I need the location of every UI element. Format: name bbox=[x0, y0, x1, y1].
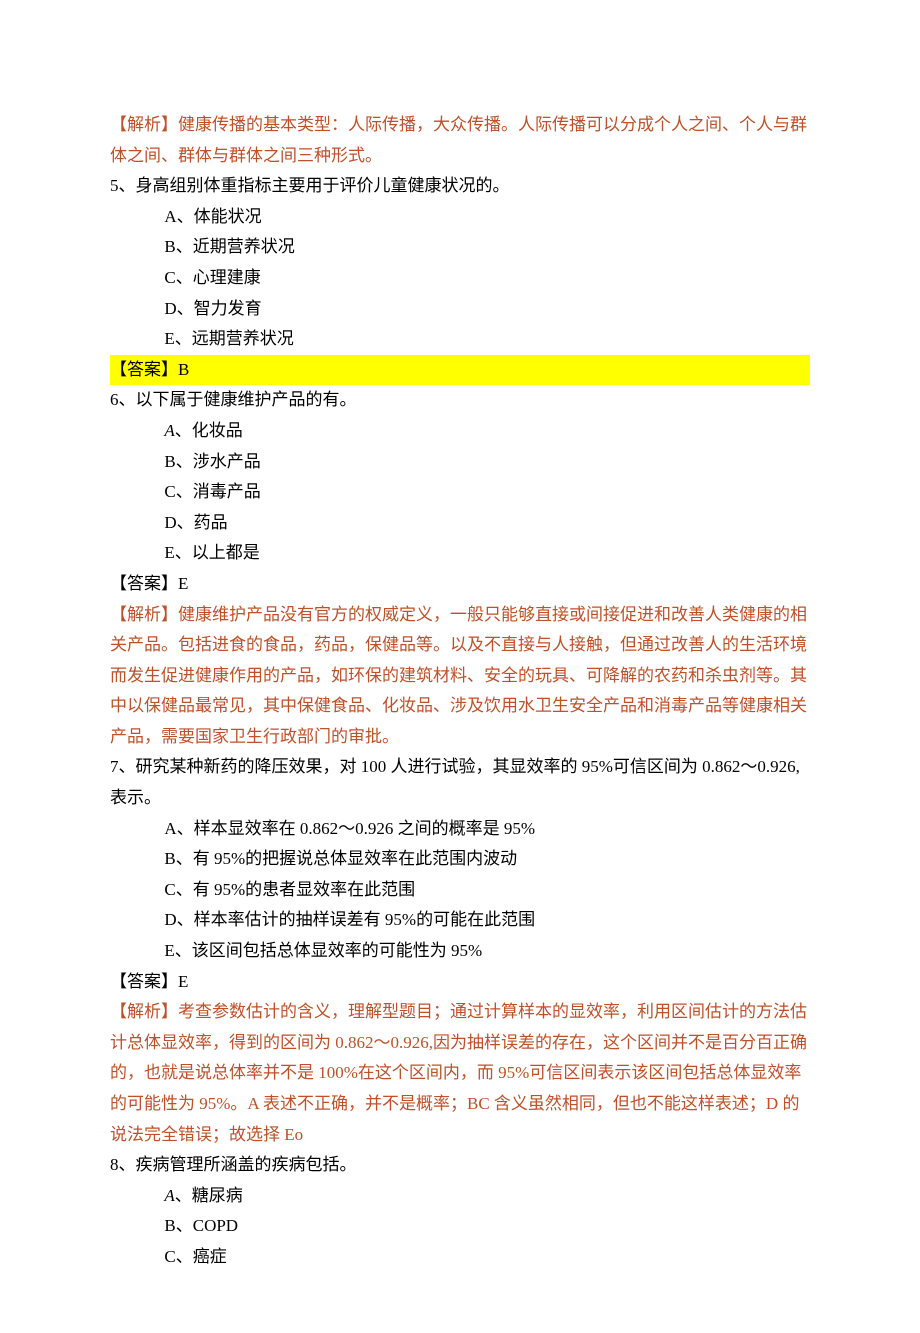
q5-option-e: E、远期营养状况 bbox=[110, 324, 810, 355]
q7-option-a: A、样本显效率在 0.862～0.926 之间的概率是 95% bbox=[110, 814, 810, 845]
q5-answer: 【答案】B bbox=[110, 355, 810, 386]
q6-stem: 6、以下属于健康维护产品的有。 bbox=[110, 385, 810, 416]
q6-option-a-prefix: A bbox=[164, 421, 174, 440]
q6-option-a-rest: 、化妆品 bbox=[175, 421, 243, 440]
q7-answer: 【答案】E bbox=[110, 967, 810, 998]
q6-option-a: A、化妆品 bbox=[110, 416, 810, 447]
document-page: 【解析】健康传播的基本类型：人际传播，大众传播。人际传播可以分成个人之间、个人与… bbox=[0, 0, 920, 1333]
q6-answer: 【答案】E bbox=[110, 569, 810, 600]
q8-option-a-prefix: A bbox=[164, 1186, 174, 1205]
q6-option-d: D、药品 bbox=[110, 508, 810, 539]
q8-option-a: A、糖尿病 bbox=[110, 1181, 810, 1212]
q7-option-e: E、该区间包括总体显效率的可能性为 95% bbox=[110, 936, 810, 967]
q6-analysis: 【解析】健康维护产品没有官方的权威定义，一般只能够直接或间接促进和改善人类健康的… bbox=[110, 600, 810, 753]
q8-stem: 8、疾病管理所涵盖的疾病包括。 bbox=[110, 1150, 810, 1181]
q6-option-c: C、消毒产品 bbox=[110, 477, 810, 508]
q7-analysis: 【解析】考查参数估计的含义，理解型题目；通过计算样本的显效率，利用区间估计的方法… bbox=[110, 997, 810, 1150]
q8-option-c: C、癌症 bbox=[110, 1242, 810, 1273]
q8-option-a-rest: 、糖尿病 bbox=[175, 1186, 243, 1205]
q4-analysis: 【解析】健康传播的基本类型：人际传播，大众传播。人际传播可以分成个人之间、个人与… bbox=[110, 110, 810, 171]
q7-stem: 7、研究某种新药的降压效果，对 100 人进行试验，其显效率的 95%可信区间为… bbox=[110, 752, 810, 813]
q8-option-b: B、COPD bbox=[110, 1211, 810, 1242]
q7-option-c: C、有 95%的患者显效率在此范围 bbox=[110, 875, 810, 906]
q5-stem: 5、身高组别体重指标主要用于评价儿童健康状况的。 bbox=[110, 171, 810, 202]
q5-option-c: C、心理建康 bbox=[110, 263, 810, 294]
q5-answer-text: 【答案】B bbox=[110, 355, 810, 386]
q7-option-b: B、有 95%的把握说总体显效率在此范围内波动 bbox=[110, 844, 810, 875]
q5-option-a: A、体能状况 bbox=[110, 202, 810, 233]
q5-option-d: D、智力发育 bbox=[110, 294, 810, 325]
q6-option-b: B、涉水产品 bbox=[110, 447, 810, 478]
q7-option-d: D、样本率估计的抽样误差有 95%的可能在此范围 bbox=[110, 905, 810, 936]
q5-option-b: B、近期营养状况 bbox=[110, 232, 810, 263]
q6-option-e: E、以上都是 bbox=[110, 538, 810, 569]
